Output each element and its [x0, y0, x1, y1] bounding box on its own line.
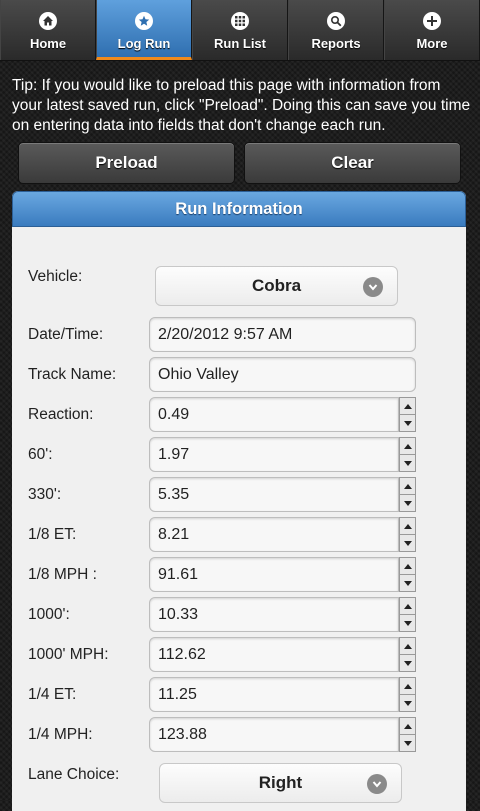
- datetime-label: Date/Time:: [28, 326, 104, 343]
- home-icon: [39, 12, 57, 30]
- arrow-down-icon[interactable]: [400, 535, 415, 551]
- arrow-up-icon[interactable]: [400, 558, 415, 575]
- nav-reports[interactable]: Reports: [288, 0, 384, 60]
- reaction-label: Reaction:: [28, 406, 94, 423]
- thousand-foot-input[interactable]: 10.33: [149, 597, 399, 632]
- arrow-up-icon[interactable]: [400, 678, 415, 695]
- thousand-mph-input[interactable]: 112.62: [149, 637, 399, 672]
- lane-choice-value: Right: [258, 773, 303, 792]
- nav-home[interactable]: Home: [0, 0, 96, 60]
- arrow-up-icon[interactable]: [400, 718, 415, 735]
- eighth-mph-stepper[interactable]: [399, 557, 416, 592]
- nav-run-list-label: Run List: [214, 36, 266, 51]
- vehicle-select[interactable]: Cobra: [155, 266, 398, 306]
- eighth-et-stepper[interactable]: [399, 517, 416, 552]
- three-thirty-label: 330':: [28, 486, 62, 503]
- arrow-down-icon[interactable]: [400, 415, 415, 431]
- arrow-up-icon[interactable]: [400, 638, 415, 655]
- thousand-mph-stepper[interactable]: [399, 637, 416, 672]
- plus-icon: [423, 12, 441, 30]
- arrow-up-icon[interactable]: [400, 438, 415, 455]
- eighth-et-label: 1/8 ET:: [28, 526, 77, 543]
- sixty-foot-input[interactable]: 1.97: [149, 437, 399, 472]
- grid-icon: [231, 12, 249, 30]
- eighth-et-input[interactable]: 8.21: [149, 517, 399, 552]
- nav-home-label: Home: [29, 36, 67, 51]
- arrow-down-icon[interactable]: [400, 655, 415, 671]
- arrow-down-icon[interactable]: [400, 495, 415, 511]
- arrow-down-icon[interactable]: [400, 615, 415, 631]
- vehicle-label: Vehicle:: [28, 268, 83, 285]
- arrow-down-icon[interactable]: [400, 575, 415, 591]
- nav-more-label: More: [416, 36, 448, 51]
- three-thirty-stepper[interactable]: [399, 477, 416, 512]
- panel-title[interactable]: Run Information: [12, 191, 466, 227]
- thousand-mph-label: 1000' MPH:: [28, 646, 109, 663]
- nav-log-run[interactable]: Log Run: [96, 0, 192, 60]
- reaction-stepper[interactable]: [399, 397, 416, 432]
- arrow-down-icon[interactable]: [400, 695, 415, 711]
- thousand-foot-label: 1000':: [28, 606, 70, 623]
- eighth-mph-label: 1/8 MPH :: [28, 566, 97, 583]
- sixty-foot-label: 60':: [28, 446, 53, 463]
- tip-text: Tip: If you would like to preload this p…: [12, 77, 471, 134]
- chevron-down-icon: [363, 277, 383, 297]
- thousand-foot-stepper[interactable]: [399, 597, 416, 632]
- preload-button[interactable]: Preload: [18, 142, 235, 184]
- nav-more[interactable]: More: [384, 0, 480, 60]
- three-thirty-input[interactable]: 5.35: [149, 477, 399, 512]
- chevron-down-icon: [367, 774, 387, 794]
- run-information-panel: Run Information Vehicle: Cobra Date/Time…: [12, 191, 466, 811]
- nav-bar: Home Log Run Run List Reports More: [0, 0, 480, 61]
- datetime-input[interactable]: 2/20/2012 9:57 AM: [149, 317, 416, 352]
- arrow-up-icon[interactable]: [400, 398, 415, 415]
- quarter-mph-stepper[interactable]: [399, 717, 416, 752]
- eighth-mph-input[interactable]: 91.61: [149, 557, 399, 592]
- quarter-et-stepper[interactable]: [399, 677, 416, 712]
- quarter-mph-input[interactable]: 123.88: [149, 717, 399, 752]
- quarter-et-input[interactable]: 11.25: [149, 677, 399, 712]
- track-input[interactable]: Ohio Valley: [149, 357, 416, 392]
- quarter-et-label: 1/4 ET:: [28, 686, 77, 703]
- search-icon: [327, 12, 345, 30]
- nav-reports-label: Reports: [311, 36, 361, 51]
- arrow-down-icon[interactable]: [400, 455, 415, 471]
- lane-choice-select[interactable]: Right: [159, 763, 402, 803]
- clear-button[interactable]: Clear: [244, 142, 461, 184]
- quarter-mph-label: 1/4 MPH:: [28, 726, 93, 743]
- nav-log-run-label: Log Run: [117, 36, 171, 51]
- track-label: Track Name:: [28, 366, 117, 383]
- arrow-up-icon[interactable]: [400, 478, 415, 495]
- nav-run-list[interactable]: Run List: [192, 0, 288, 60]
- reaction-input[interactable]: 0.49: [149, 397, 399, 432]
- arrow-up-icon[interactable]: [400, 598, 415, 615]
- lane-choice-label: Lane Choice:: [28, 766, 120, 783]
- arrow-down-icon[interactable]: [400, 735, 415, 751]
- vehicle-value: Cobra: [251, 276, 302, 295]
- sixty-foot-stepper[interactable]: [399, 437, 416, 472]
- star-icon: [135, 12, 153, 30]
- arrow-up-icon[interactable]: [400, 518, 415, 535]
